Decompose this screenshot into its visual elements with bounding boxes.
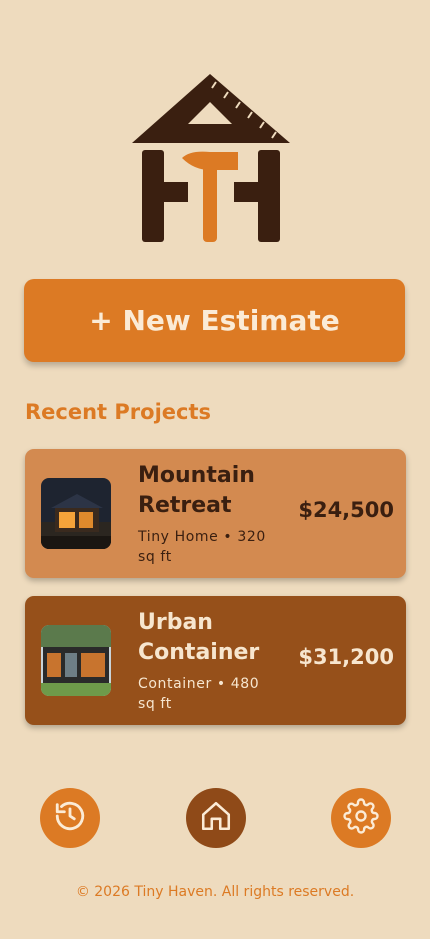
project-card[interactable]: Mountain Retreat Tiny Home • 320 sq ft $…	[25, 449, 406, 578]
project-meta: Container • 480 sq ft	[138, 676, 260, 712]
project-name: Urban Container	[138, 610, 260, 665]
settings-button[interactable]	[331, 788, 391, 848]
project-price: $24,500	[298, 498, 394, 522]
new-estimate-button[interactable]: + New Estimate	[24, 279, 405, 362]
home-icon	[199, 799, 233, 837]
app-logo	[130, 72, 294, 244]
project-thumbnail	[41, 478, 111, 549]
history-icon	[53, 799, 87, 837]
history-button[interactable]	[40, 788, 100, 848]
project-price: $31,200	[298, 645, 394, 669]
gear-icon	[343, 798, 379, 838]
home-button[interactable]	[186, 788, 246, 848]
project-card[interactable]: Urban Container Container • 480 sq ft $3…	[25, 596, 406, 725]
footer-copyright: © 2026 Tiny Haven. All rights reserved.	[75, 884, 355, 900]
project-thumbnail	[41, 625, 111, 696]
project-name: Mountain Retreat	[138, 463, 255, 518]
recent-projects-title: Recent Projects	[25, 400, 212, 424]
project-meta: Tiny Home • 320 sq ft	[138, 529, 266, 565]
